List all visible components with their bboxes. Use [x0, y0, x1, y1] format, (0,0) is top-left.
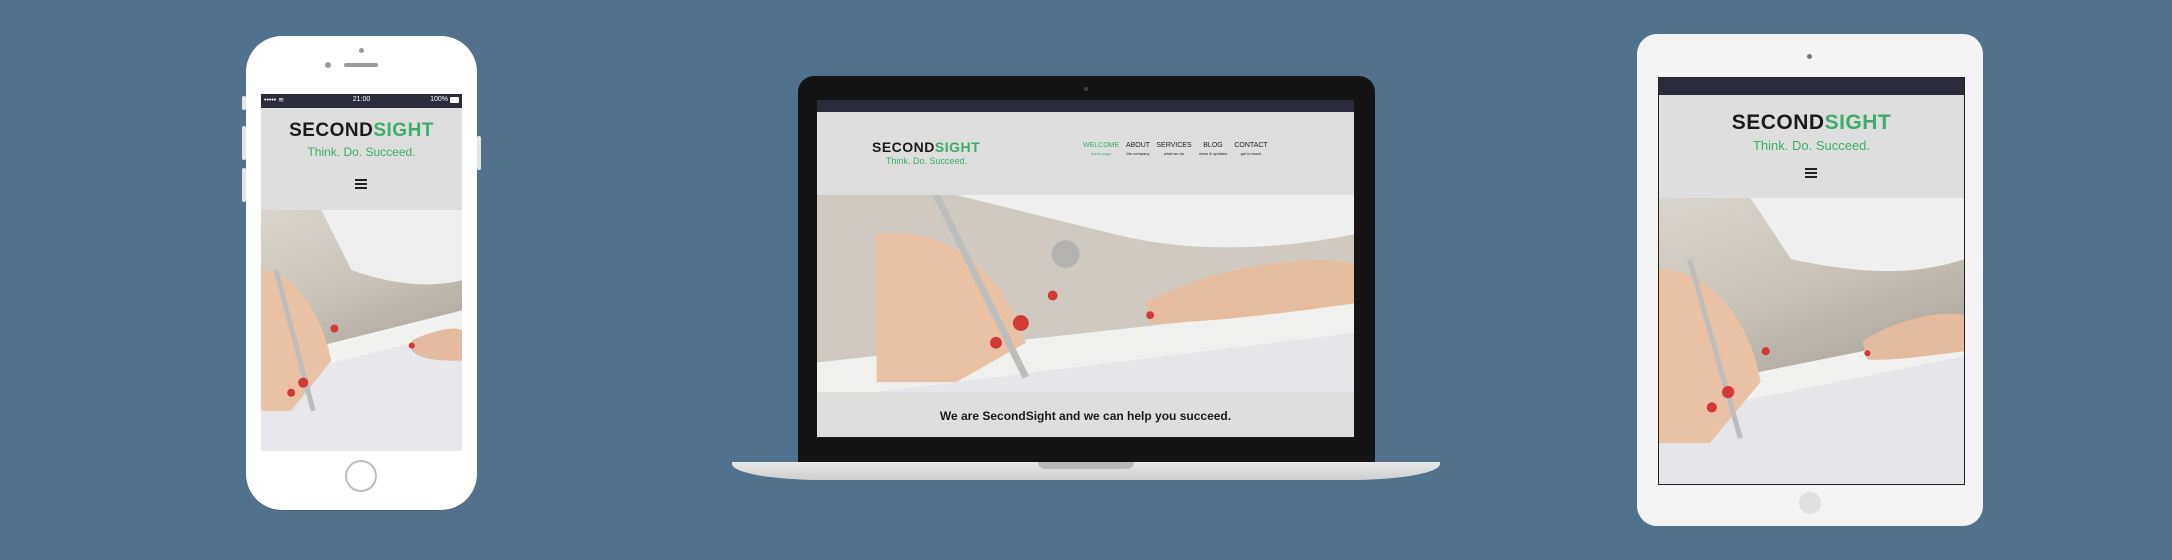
- tablet-home-button[interactable]: [1799, 492, 1821, 514]
- hamburger-icon[interactable]: [355, 179, 367, 189]
- nav-sub: what we do: [1163, 151, 1185, 156]
- phone-home-button[interactable]: [345, 460, 377, 492]
- logo-sight: SIGHT: [373, 120, 434, 141]
- laptop-tagline: Think. Do. Succeed.: [886, 156, 968, 166]
- nav-label: ABOUT: [1125, 142, 1151, 149]
- logo-second: SECOND: [289, 120, 374, 141]
- nav-item-contact[interactable]: CONTACT get in touch: [1232, 142, 1270, 156]
- phone-volume-up: [242, 126, 246, 160]
- phone-volume-down: [242, 168, 246, 202]
- battery-icon: [450, 97, 459, 103]
- laptop-notch: [1038, 462, 1134, 469]
- headline: We are SecondSight and we can help you s…: [939, 409, 1232, 423]
- logo-sight: SIGHT: [934, 139, 981, 155]
- phone-screen: ••••• ≋ 21:00 100% SECONDSIGHT Think. Do…: [261, 94, 462, 451]
- phone-mute-switch: [242, 96, 246, 110]
- nav-sub: get in touch: [1240, 151, 1262, 156]
- laptop-camera: [1084, 87, 1088, 91]
- nav-item-about[interactable]: ABOUT the company: [1122, 142, 1154, 156]
- nav-label: CONTACT: [1234, 142, 1268, 149]
- hero-image: [817, 195, 1354, 392]
- logo-second: SECOND: [1731, 111, 1825, 134]
- nav-item-welcome[interactable]: WELCOME home page: [1083, 142, 1119, 156]
- logo-sight: SIGHT: [1824, 111, 1892, 134]
- browser-topbar: [817, 100, 1354, 112]
- nav-label: SERVICES: [1156, 142, 1192, 149]
- battery-text: 100%: [430, 96, 448, 103]
- nav-sub: news & updates: [1198, 151, 1228, 156]
- laptop-logo[interactable]: SECONDSIGHT: [872, 139, 980, 155]
- laptop-screen: SECONDSIGHT Think. Do. Succeed. WELCOME …: [817, 100, 1354, 437]
- status-bar: ••••• ≋ 21:00 100%: [261, 94, 462, 108]
- hero-image: [1659, 198, 1964, 484]
- nav-sub: the company: [1126, 151, 1150, 156]
- tablet-camera: [1807, 54, 1812, 59]
- nav-item-blog[interactable]: BLOG news & updates: [1191, 142, 1235, 156]
- logo-second: SECOND: [872, 139, 935, 155]
- nav-label: WELCOME: [1083, 142, 1120, 149]
- phone-tagline: Think. Do. Succeed.: [307, 145, 416, 159]
- tablet-logo[interactable]: SECONDSIGHT: [1659, 111, 1964, 135]
- phone-logo[interactable]: SECONDSIGHT: [261, 120, 462, 142]
- nav-item-services[interactable]: SERVICES what we do: [1155, 142, 1193, 156]
- phone-front-camera: [325, 62, 331, 68]
- phone-sensor: [359, 48, 364, 53]
- tablet-screen: SECONDSIGHT Think. Do. Succeed.: [1658, 77, 1965, 485]
- browser-topbar: [1659, 78, 1964, 95]
- hero-image: [261, 210, 462, 451]
- tablet-tagline: Think. Do. Succeed.: [1752, 138, 1871, 153]
- phone-speaker: [344, 63, 378, 67]
- phone-power-button: [477, 136, 481, 170]
- nav-label: BLOG: [1203, 142, 1223, 149]
- hamburger-icon[interactable]: [1805, 168, 1817, 178]
- nav-sub: home page: [1090, 151, 1111, 156]
